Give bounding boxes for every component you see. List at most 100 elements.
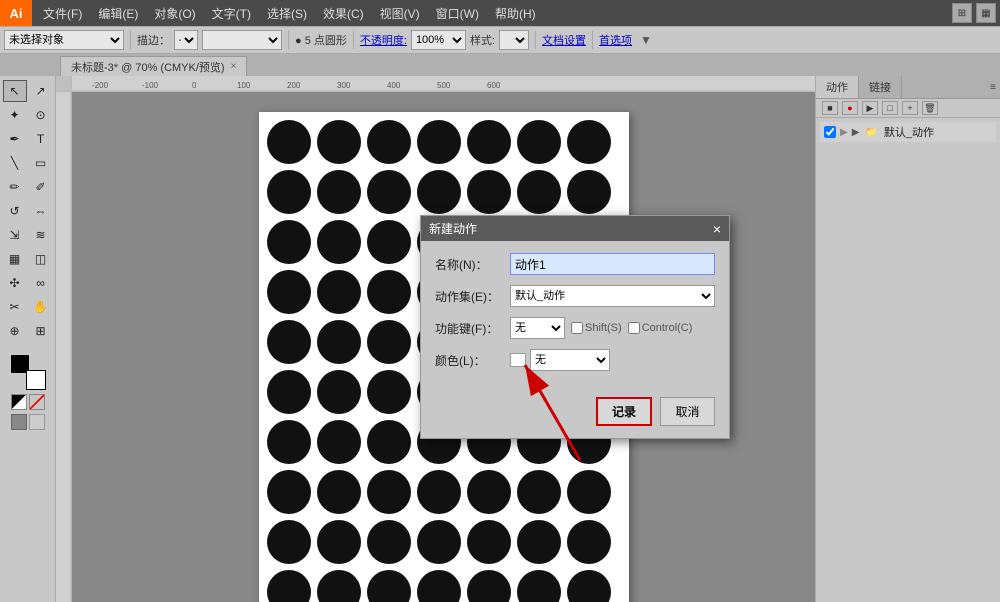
search-icon[interactable]: ⊞ — [952, 3, 972, 23]
panel-tab-links[interactable]: 链接 — [859, 76, 902, 98]
menu-edit[interactable]: 编辑(E) — [91, 3, 145, 24]
panel-folder-btn[interactable]: □ — [882, 101, 898, 115]
style-dropdown[interactable] — [499, 30, 529, 50]
dialog-name-input[interactable] — [510, 253, 715, 275]
menu-help[interactable]: 帮助(H) — [488, 3, 543, 24]
toolbar-divider-3 — [353, 31, 354, 49]
action-item-default[interactable]: ▶ ▶ 📁 默认_动作 — [820, 122, 996, 142]
gradient-tool[interactable]: ◫ — [29, 248, 53, 270]
lasso-tool[interactable]: ⊙ — [29, 104, 53, 126]
zoom-tool[interactable]: ⊕ — [3, 320, 27, 342]
menu-effect[interactable]: 效果(C) — [316, 3, 371, 24]
panel-record-btn[interactable]: ● — [842, 101, 858, 115]
dialog-shortcut-select[interactable]: 无 — [510, 317, 565, 339]
ruler-horizontal: -200 -100 0 100 200 300 400 500 600 — [56, 76, 815, 92]
none-indicator[interactable] — [11, 394, 27, 410]
color-swatches — [10, 354, 46, 390]
magic-wand-tool[interactable]: ✦ — [3, 104, 27, 126]
toolbar-divider-2 — [288, 31, 289, 49]
eyedropper-tool[interactable]: ✣ — [3, 272, 27, 294]
rotate-tool[interactable]: ↺ — [3, 200, 27, 222]
dialog-close-btn[interactable]: × — [713, 221, 721, 237]
ruler-vertical — [56, 92, 72, 602]
scale-tool[interactable]: ⇲ — [3, 224, 27, 246]
mode-screen[interactable] — [29, 414, 45, 430]
selection-tool[interactable]: ↖ — [3, 80, 27, 102]
shift-checkbox-label: Shift(S) — [571, 322, 622, 334]
stroke-style-dropdown[interactable] — [202, 30, 282, 50]
menu-object[interactable]: 对象(O) — [147, 3, 202, 24]
svg-text:600: 600 — [487, 81, 501, 90]
mirror-tool[interactable]: ⇔ — [29, 200, 53, 222]
warp-tool[interactable]: ≋ — [29, 224, 53, 246]
toolbar-divider-1 — [130, 31, 131, 49]
blend-tool[interactable]: ∞ — [29, 272, 53, 294]
panel-tab-actions[interactable]: 动作 — [816, 76, 859, 98]
menu-view[interactable]: 视图(V) — [373, 3, 427, 24]
selection-dropdown[interactable]: 未选择对象 — [4, 30, 124, 50]
hand-tool[interactable]: ✋ — [29, 296, 53, 318]
dialog-title-bar: 新建动作 × — [421, 216, 729, 241]
action-checkbox[interactable] — [824, 126, 836, 138]
document-tab[interactable]: 未标题-3* @ 70% (CMYK/预览) × — [60, 56, 247, 76]
dialog-title: 新建动作 — [429, 220, 477, 237]
panel-play-btn[interactable]: ▶ — [862, 101, 878, 115]
no-fill-indicator[interactable] — [29, 394, 45, 410]
opacity-dropdown[interactable]: 100% — [411, 30, 466, 50]
app-logo: Ai — [0, 0, 32, 26]
menu-file[interactable]: 文件(F) — [36, 3, 89, 24]
style-label: 样式: — [470, 32, 495, 48]
line-tool[interactable]: ╲ — [3, 152, 27, 174]
shape-tool[interactable]: ▭ — [29, 152, 53, 174]
action-record-indicator: ▶ — [840, 127, 848, 138]
menu-select[interactable]: 选择(S) — [260, 3, 314, 24]
svg-text:-100: -100 — [142, 81, 159, 90]
panel-menu-btn[interactable]: ≡ — [990, 82, 996, 93]
tab-close-btn[interactable]: × — [231, 61, 237, 72]
menu-type[interactable]: 文字(T) — [205, 3, 258, 24]
pen-tool[interactable]: ✒ — [3, 128, 27, 150]
direct-selection-tool[interactable]: ↗ — [29, 80, 53, 102]
type-tool[interactable]: T — [29, 128, 53, 150]
cancel-button[interactable]: 取消 — [660, 397, 715, 426]
preferences-link[interactable]: 首选项 — [599, 32, 632, 48]
dialog-color-swatch — [510, 353, 526, 367]
pencil-tool[interactable]: ✐ — [29, 176, 53, 198]
scissors-tool[interactable]: ✂ — [3, 296, 27, 318]
svg-text:400: 400 — [387, 81, 401, 90]
mode-normal[interactable] — [11, 414, 27, 430]
dialog-color-select[interactable]: 无 — [530, 349, 610, 371]
control-checkbox-label: Control(C) — [628, 322, 693, 334]
stroke-dropdown[interactable]: — — [174, 30, 198, 50]
panel-stop-btn[interactable]: ■ — [822, 101, 838, 115]
new-action-dialog: 新建动作 × 名称(N)： 动作集(E)： 默认_动作 功能键(F)： — [420, 215, 730, 439]
panel-new-btn[interactable]: + — [902, 101, 918, 115]
dialog-color-label: 颜色(L)： — [435, 352, 510, 369]
shift-checkbox[interactable] — [571, 322, 583, 334]
stroke-label: 描边： — [137, 32, 170, 48]
toolbar-divider-4 — [535, 31, 536, 49]
tab-title: 未标题-3* @ 70% (CMYK/预览) — [71, 59, 225, 75]
background-color[interactable] — [26, 370, 46, 390]
opacity-label: 不透明度: — [360, 32, 407, 48]
action-expand-icon[interactable]: ▶ — [852, 127, 860, 138]
doc-settings-link[interactable]: 文档设置 — [542, 32, 586, 48]
grid-view-icon[interactable]: ▦ — [976, 3, 996, 23]
svg-text:500: 500 — [437, 81, 451, 90]
panel-delete-btn[interactable]: 🗑 — [922, 101, 938, 115]
action-label: 默认_动作 — [884, 124, 934, 140]
paintbrush-tool[interactable]: ✏ — [3, 176, 27, 198]
svg-text:300: 300 — [337, 81, 351, 90]
folder-icon: 📁 — [865, 127, 877, 138]
dot-shape-label: ● 5 点圆形 — [295, 32, 347, 48]
artboard-tool[interactable]: ⊞ — [29, 320, 53, 342]
svg-text:200: 200 — [287, 81, 301, 90]
menu-window[interactable]: 窗口(W) — [429, 3, 486, 24]
dialog-name-label: 名称(N)： — [435, 256, 510, 273]
control-checkbox[interactable] — [628, 322, 640, 334]
svg-text:0: 0 — [192, 81, 197, 90]
record-button[interactable]: 记录 — [596, 397, 652, 426]
graph-tool[interactable]: ▦ — [3, 248, 27, 270]
dialog-shortcut-label: 功能键(F)： — [435, 320, 510, 337]
dialog-actionset-select[interactable]: 默认_动作 — [510, 285, 715, 307]
